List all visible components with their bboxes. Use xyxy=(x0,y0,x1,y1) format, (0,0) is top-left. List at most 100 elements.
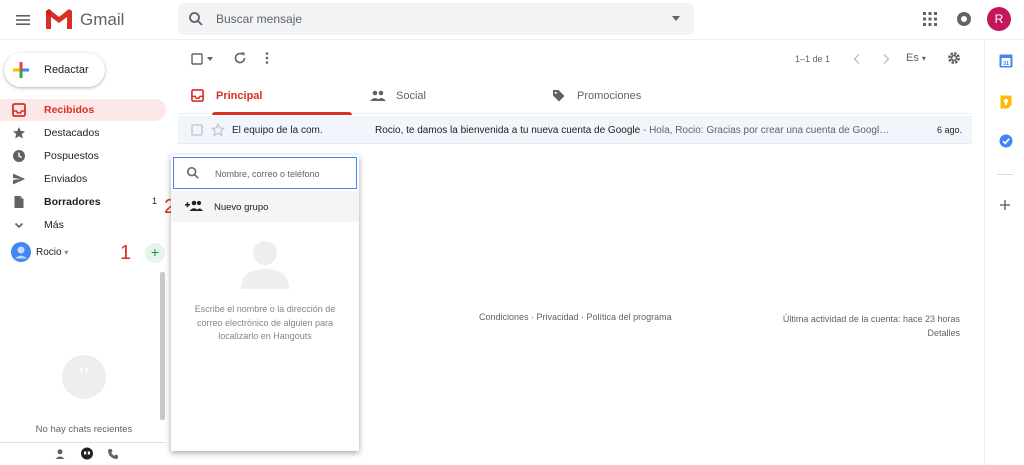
email-subject: Rocio, te damos la bienvenida a tu nueva… xyxy=(375,125,641,136)
tab-promociones[interactable]: Promociones xyxy=(540,78,720,114)
search-icon xyxy=(186,166,199,179)
star-outline-icon[interactable] xyxy=(211,123,225,137)
select-checkbox[interactable] xyxy=(191,53,203,65)
hangouts-new-conversation-popup: Nombre, correo o teléfono Nuevo grupo Es… xyxy=(171,155,359,451)
select-options-caret-icon[interactable] xyxy=(207,57,213,61)
tab-label: Social xyxy=(396,90,426,102)
gmail-logo[interactable] xyxy=(44,7,74,31)
user-avatar-icon[interactable] xyxy=(11,242,31,262)
row-checkbox[interactable] xyxy=(191,124,203,136)
tab-principal[interactable]: Principal xyxy=(178,78,353,115)
email-date: 6 ago. xyxy=(936,125,962,135)
plus-icon xyxy=(13,62,29,78)
caret-down-icon: ▾ xyxy=(64,248,69,257)
sidebar-item-label: Pospuestos xyxy=(44,150,99,162)
clock-icon xyxy=(13,150,25,162)
svg-text:31: 31 xyxy=(1003,61,1009,67)
send-icon xyxy=(13,173,25,185)
side-panel-divider xyxy=(997,174,1013,175)
main-menu-button[interactable] xyxy=(12,9,34,31)
more-vert-icon[interactable] xyxy=(264,51,270,65)
last-activity-text: Última actividad de la cuenta: hace 23 h… xyxy=(782,314,960,324)
sidebar-item-label: Borradores xyxy=(44,196,101,208)
tab-label: Promociones xyxy=(577,90,642,102)
search-icon[interactable] xyxy=(188,11,204,27)
hangouts-chat-icon[interactable] xyxy=(80,447,94,461)
inbox-icon xyxy=(12,103,26,117)
search-bar[interactable]: Buscar mensaje xyxy=(178,3,694,35)
account-avatar[interactable]: R xyxy=(987,7,1011,31)
new-conversation-button[interactable]: + xyxy=(145,243,165,263)
hangouts-search-input[interactable]: Nombre, correo o teléfono xyxy=(215,169,320,179)
sidebar-scrollbar[interactable] xyxy=(160,272,165,420)
email-subject-line: Rocio, te damos la bienvenida a tu nueva… xyxy=(375,125,889,136)
language-label: Es xyxy=(906,52,919,64)
add-group-icon xyxy=(185,200,203,211)
hangouts-help-text: Escribe el nombre o la dirección de corr… xyxy=(194,304,336,341)
tasks-icon[interactable] xyxy=(999,134,1013,148)
category-tabs: Principal Social Promociones xyxy=(178,78,972,115)
people-icon xyxy=(370,90,386,101)
notifications-icon[interactable] xyxy=(955,9,973,29)
hangouts-search-field[interactable]: Nombre, correo o teléfono xyxy=(173,157,357,189)
keep-icon[interactable] xyxy=(999,95,1013,109)
sidebar-item-borradores[interactable]: Borradores 1 xyxy=(0,191,166,213)
details-link[interactable]: Detalles xyxy=(740,326,960,340)
settings-gear-icon[interactable] xyxy=(947,51,961,65)
sidebar-item-destacados[interactable]: Destacados xyxy=(0,122,166,144)
no-recent-chats-text: No hay chats recientes xyxy=(35,424,133,435)
sidebar-item-recibidos[interactable]: Recibidos xyxy=(0,99,166,121)
compose-button[interactable]: Redactar xyxy=(4,53,105,87)
sidebar-item-mas[interactable]: Más xyxy=(0,214,166,236)
sidebar-item-enviados[interactable]: Enviados xyxy=(0,168,166,190)
new-group-label: Nuevo grupo xyxy=(214,202,269,213)
star-icon xyxy=(13,127,25,139)
message-toolbar: 1–1 de 1 Es ▾ xyxy=(178,44,972,74)
search-input[interactable]: Buscar mensaje xyxy=(216,12,302,26)
svg-text:": " xyxy=(79,362,90,391)
gmail-m-icon xyxy=(46,9,72,29)
contacts-icon[interactable] xyxy=(54,448,66,460)
search-options-icon[interactable] xyxy=(672,16,680,21)
new-group-button[interactable]: Nuevo grupo xyxy=(171,191,359,222)
annotation-number-1: 1 xyxy=(120,242,132,264)
hangouts-footer xyxy=(0,442,166,465)
email-sender: El equipo de la com. xyxy=(232,125,323,136)
add-addon-icon[interactable] xyxy=(1000,200,1010,210)
sidebar-item-pospuestos[interactable]: Pospuestos xyxy=(0,145,166,167)
hangouts-user-name[interactable]: Rocio ▾ xyxy=(36,247,68,258)
tag-icon xyxy=(553,90,565,102)
chevron-down-icon xyxy=(14,222,24,229)
hamburger-icon xyxy=(16,15,30,25)
email-list-row[interactable]: El equipo de la com. Rocio, te damos la … xyxy=(178,116,972,144)
chevron-left-icon[interactable] xyxy=(853,53,861,65)
pagination-text: 1–1 de 1 xyxy=(795,54,831,64)
refresh-icon[interactable] xyxy=(233,51,247,65)
footer-policy-links[interactable]: Condiciones · Privacidad · Política del … xyxy=(479,312,672,322)
top-bar: Gmail Buscar mensaje R xyxy=(0,0,1024,40)
account-activity: Última actividad de la cuenta: hace 23 h… xyxy=(740,312,960,340)
active-tab-indicator xyxy=(212,112,352,115)
hangouts-quote-icon: " xyxy=(62,355,106,399)
person-placeholder-icon xyxy=(241,241,289,289)
inbox-icon xyxy=(191,89,204,102)
phone-icon[interactable] xyxy=(107,448,119,460)
sidebar-item-label: Destacados xyxy=(44,127,100,139)
chevron-right-icon[interactable] xyxy=(882,53,890,65)
tab-label: Principal xyxy=(216,90,263,102)
sidebar-item-label: Más xyxy=(44,219,64,231)
tab-social[interactable]: Social xyxy=(358,78,533,114)
draft-icon xyxy=(14,196,24,208)
compose-label: Redactar xyxy=(44,64,89,76)
sidebar-item-label: Enviados xyxy=(44,173,88,185)
hangouts-user-label: Rocio xyxy=(36,247,62,258)
side-panel: 31 xyxy=(984,40,1024,465)
sidebar-item-label: Recibidos xyxy=(44,104,95,116)
draft-count: 1 xyxy=(151,196,157,206)
app-name: Gmail xyxy=(80,10,125,29)
apps-grid-icon[interactable] xyxy=(921,10,939,28)
input-language-selector[interactable]: Es ▾ xyxy=(906,52,926,64)
email-snippet: - Hola, Rocio: Gracias por crear una cue… xyxy=(640,125,890,136)
calendar-icon[interactable]: 31 xyxy=(999,54,1013,68)
caret-down-icon: ▾ xyxy=(921,54,926,63)
